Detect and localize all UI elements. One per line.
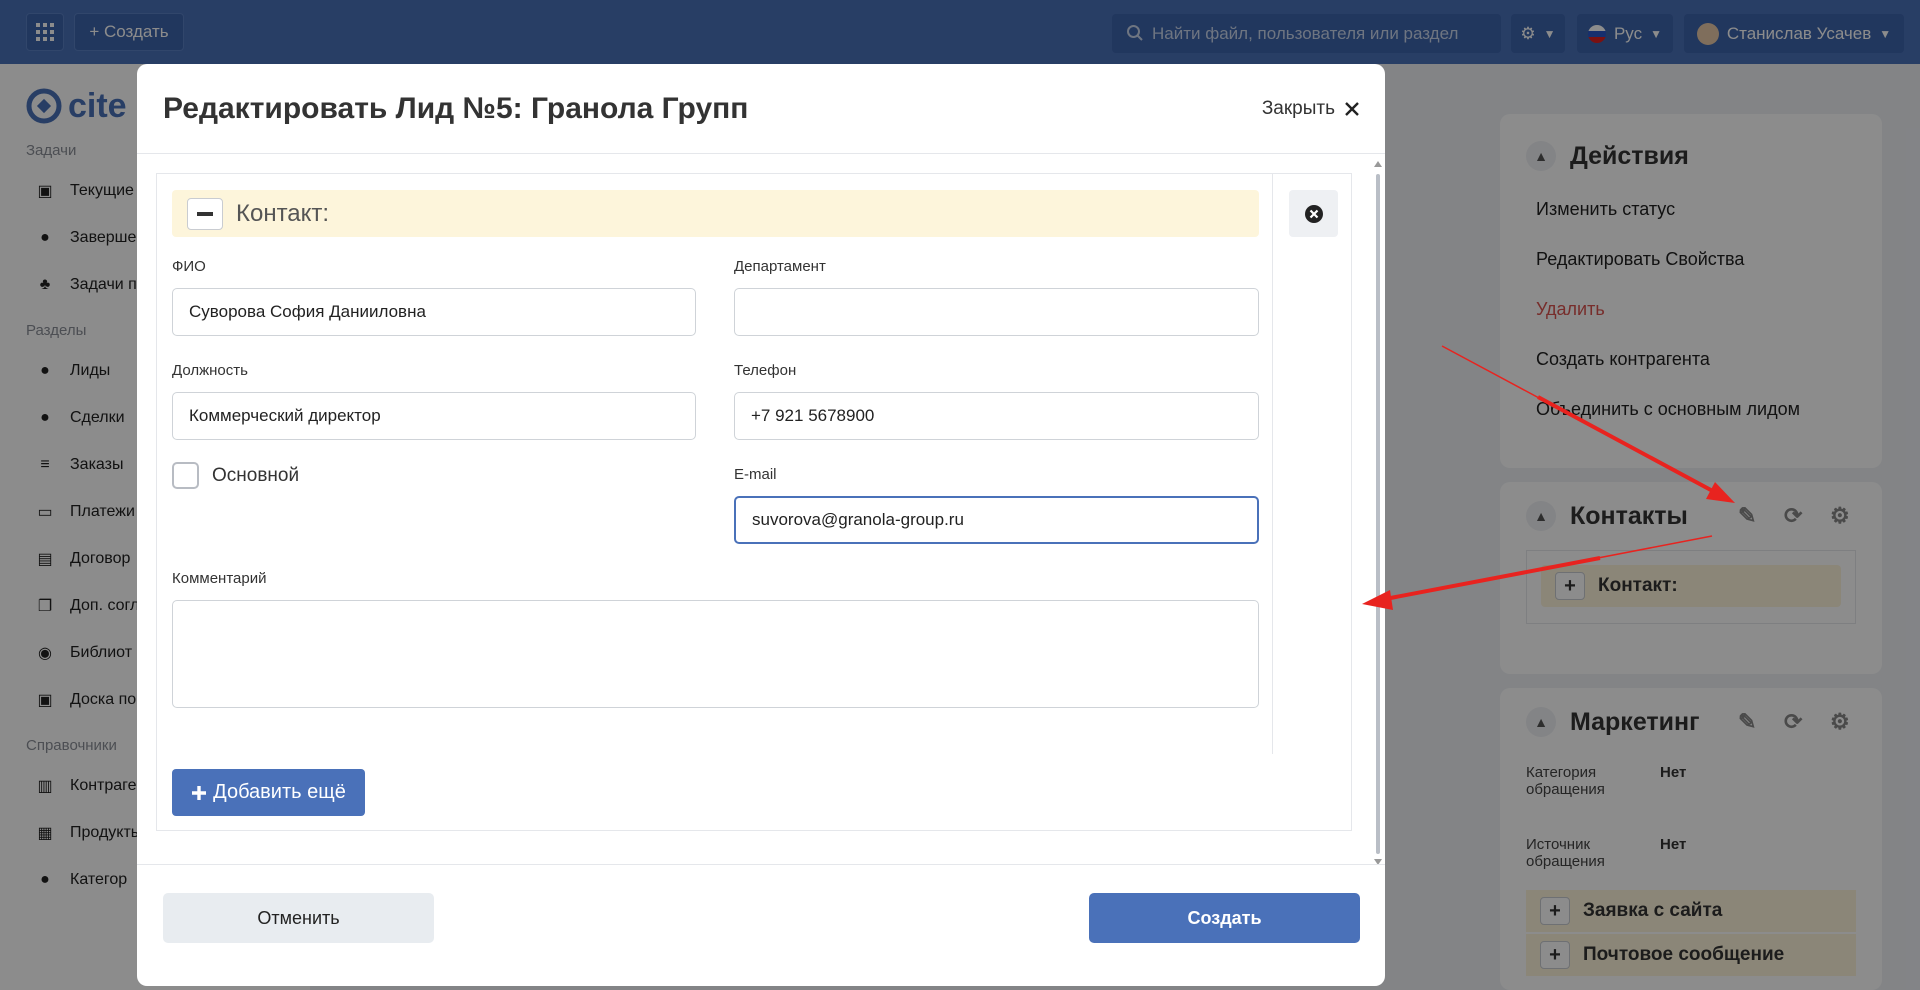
plus-icon — [192, 785, 207, 800]
close-icon — [1345, 101, 1359, 116]
primary-label: Основной — [212, 465, 300, 486]
add-more-button[interactable]: Добавить ещё — [172, 769, 365, 816]
position-input[interactable]: Коммерческий директор — [172, 392, 696, 440]
create-submit-button[interactable]: Создать — [1089, 893, 1360, 943]
comment-label: Комментарий — [172, 570, 267, 587]
cancel-button[interactable]: Отменить — [163, 893, 434, 943]
modal-footer: Отменить Создать — [137, 864, 1385, 986]
edit-lead-modal: Редактировать Лид №5: Гранола Групп Закр… — [137, 64, 1385, 986]
remove-circle-icon — [1304, 204, 1323, 223]
modal-header: Редактировать Лид №5: Гранола Групп Закр… — [137, 64, 1385, 154]
primary-checkbox[interactable] — [172, 462, 199, 489]
modal-title: Редактировать Лид №5: Гранола Групп — [163, 91, 749, 125]
fio-input[interactable]: Суворова София Данииловна — [172, 288, 696, 336]
email-label: E-mail — [734, 466, 777, 483]
department-input[interactable] — [734, 288, 1259, 336]
contact-section-label: Контакт: — [236, 199, 330, 227]
close-label: Закрыть — [1261, 97, 1335, 119]
position-label: Должность — [172, 362, 248, 379]
close-button[interactable]: Закрыть — [1262, 98, 1359, 120]
phone-input[interactable]: +7 921 5678900 — [734, 392, 1259, 440]
fio-label: ФИО — [172, 258, 206, 275]
contact-form-box: Контакт: ФИО Суворова София Данииловна Д… — [156, 173, 1352, 831]
minus-icon — [197, 211, 213, 216]
modal-scrollbar[interactable] — [1373, 160, 1383, 866]
contact-section-header: Контакт: — [172, 190, 1259, 237]
contact-form: Контакт: ФИО Суворова София Данииловна Д… — [157, 174, 1273, 754]
phone-label: Телефон — [734, 362, 797, 379]
scrollbar-track — [1374, 161, 1382, 865]
collapse-button[interactable] — [187, 197, 223, 230]
add-more-label: Добавить ещё — [213, 781, 346, 803]
comment-textarea[interactable] — [172, 600, 1259, 708]
email-input[interactable]: suvorova@granola-group.ru — [734, 496, 1259, 544]
remove-contact-button[interactable] — [1289, 190, 1338, 237]
department-label: Департамент — [734, 258, 826, 275]
